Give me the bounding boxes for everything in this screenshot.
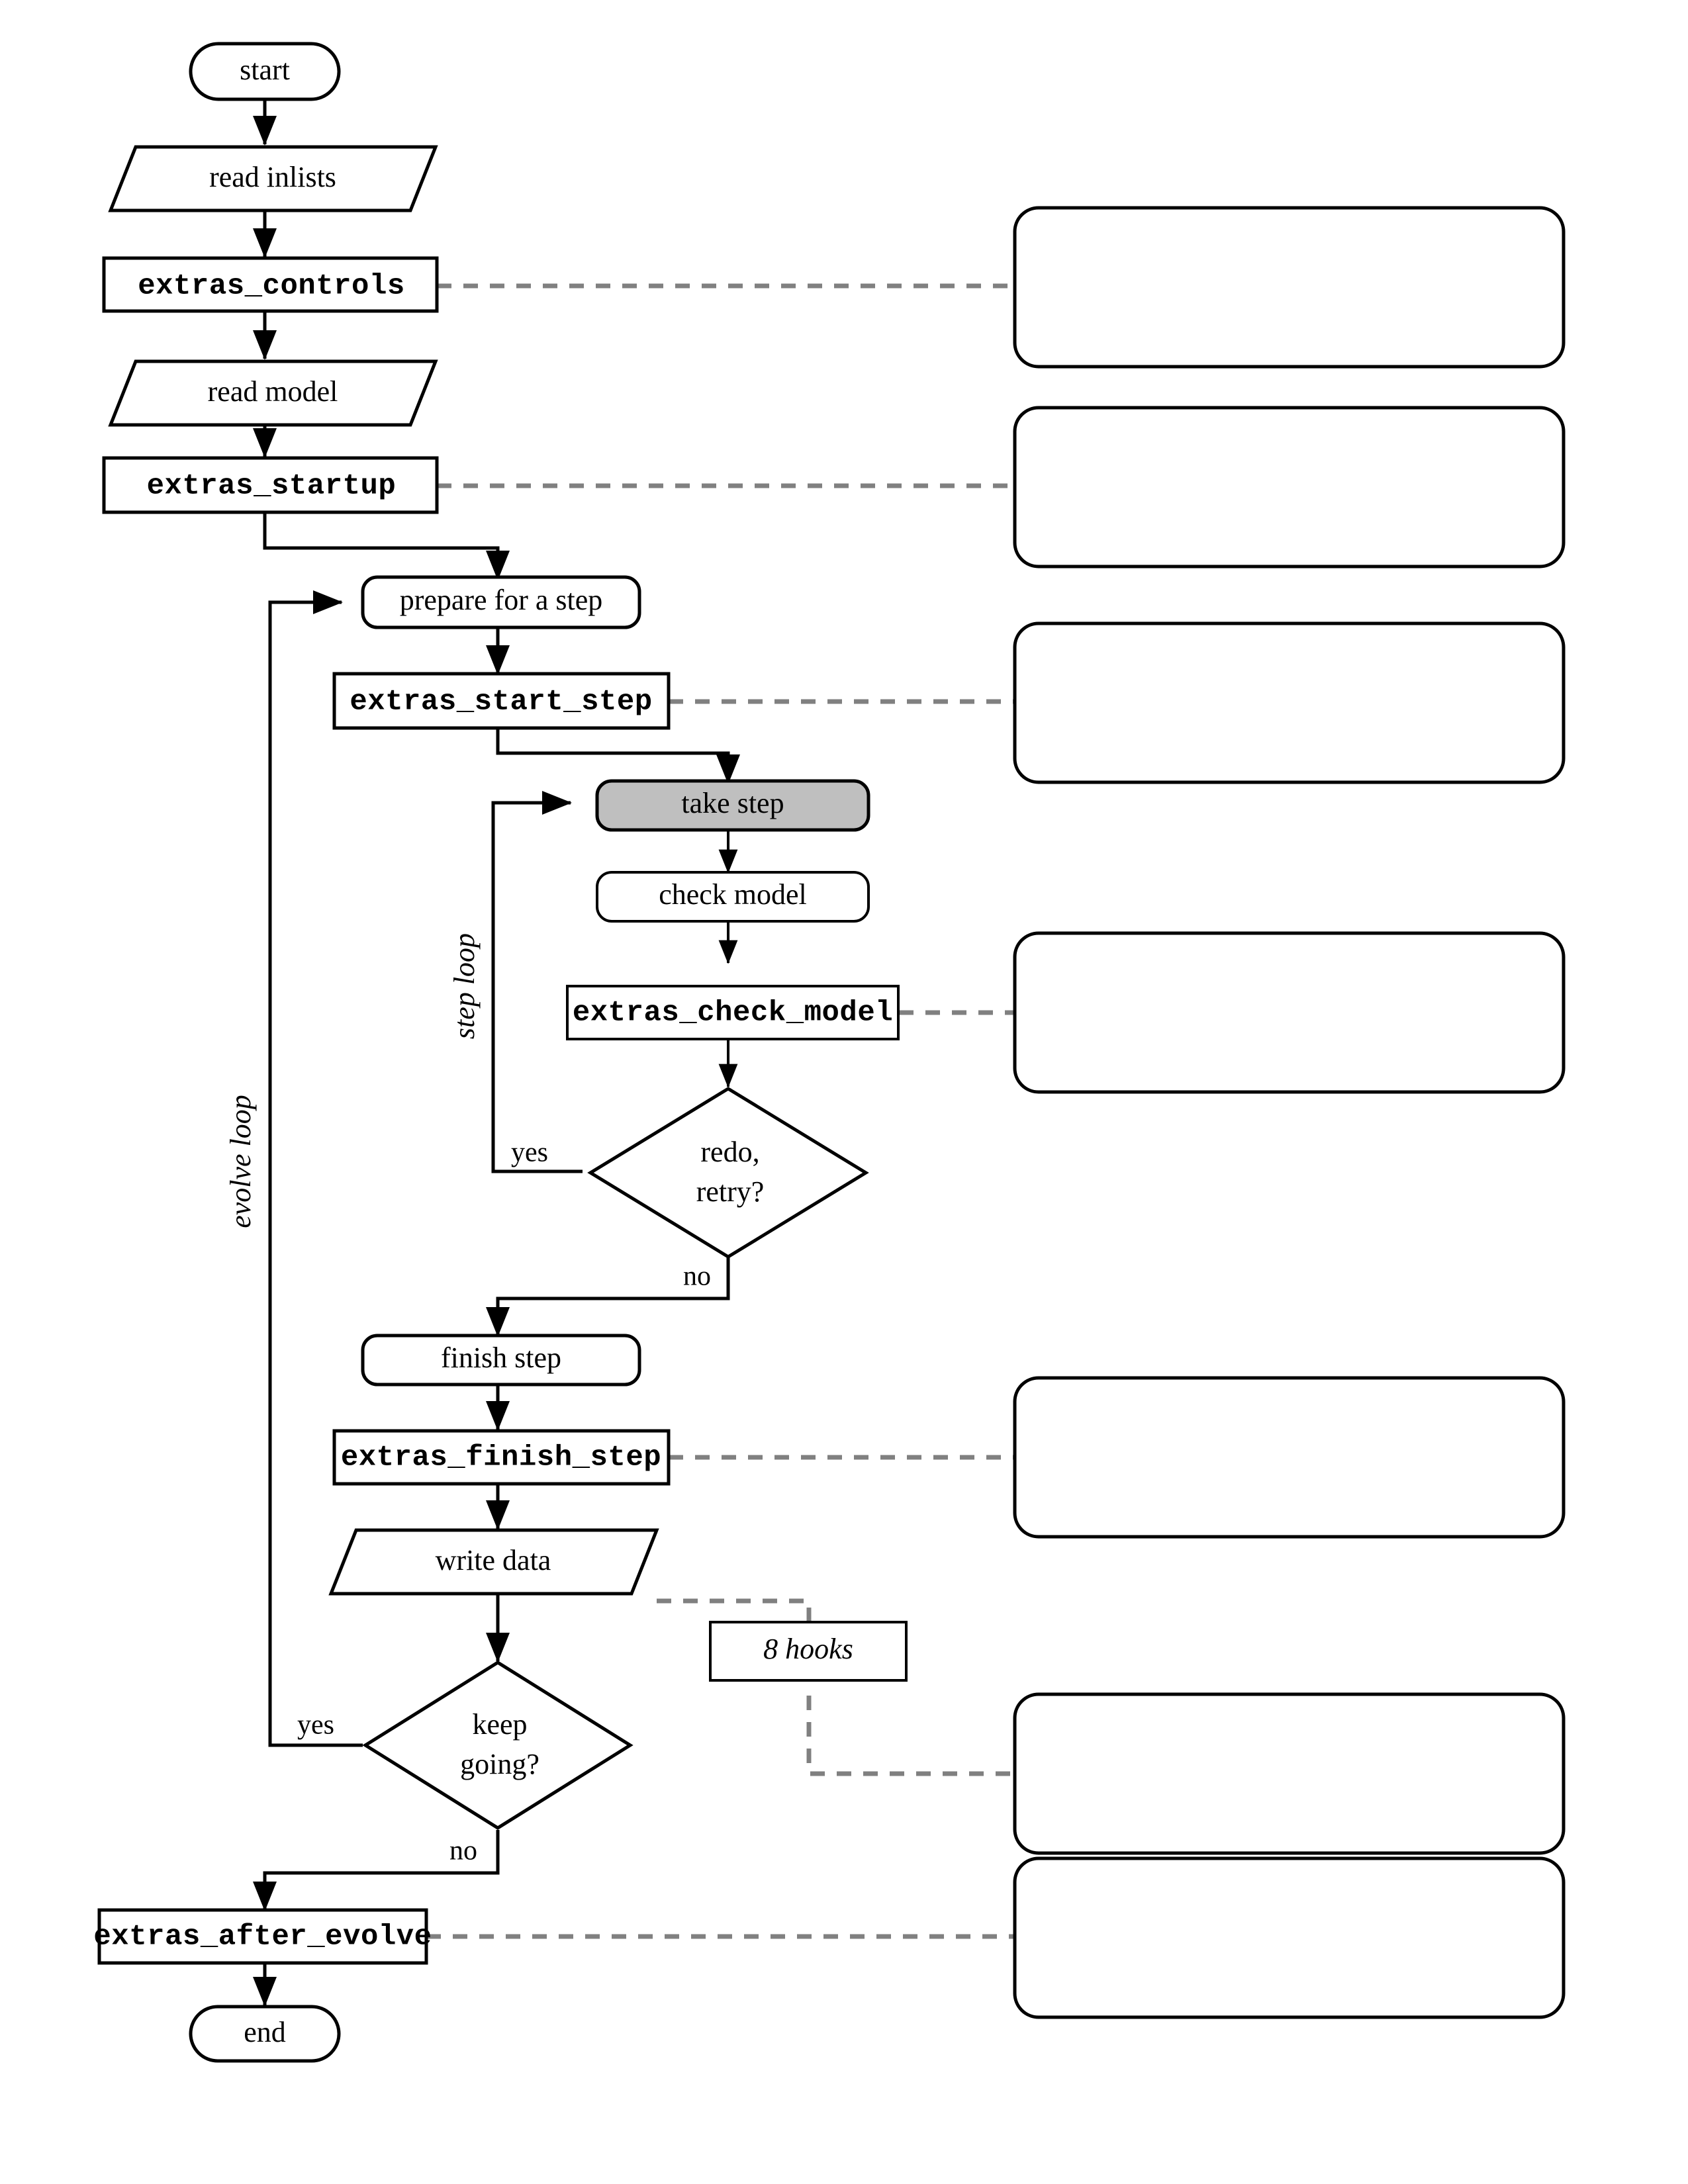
node-take-step-label: take step	[681, 787, 784, 819]
callout-extras-controls[interactable]	[1013, 206, 1566, 369]
node-end-label: end	[244, 2016, 286, 2048]
node-extras-controls-label: extras_controls	[138, 270, 405, 303]
node-read-model[interactable]: read model	[108, 359, 438, 427]
node-read-inlists-label: read inlists	[209, 161, 336, 193]
node-extras-after-evolve-label: extras_after_evolve	[93, 1921, 432, 1954]
node-extras-startup-label: extras_startup	[147, 470, 397, 503]
node-hooks[interactable]: 8 hooks	[709, 1621, 908, 1682]
node-extras-finish-step[interactable]: extras_finish_step	[332, 1429, 671, 1486]
node-start-label: start	[240, 54, 290, 86]
callout-extras-startup[interactable]	[1013, 406, 1566, 569]
loop-label-step-loop: step loop	[448, 933, 481, 1039]
node-extras-check-model-label: extras_check_model	[573, 997, 893, 1030]
node-redo-retry-label-line1: redo,	[700, 1136, 759, 1168]
edge-label-keep-going-yes: yes	[297, 1710, 334, 1741]
node-extras-after-evolve[interactable]: extras_after_evolve	[93, 1908, 432, 1965]
node-start[interactable]: start	[189, 42, 341, 101]
node-read-inlists[interactable]: read inlists	[108, 145, 438, 212]
callout-extras-start-step[interactable]	[1013, 621, 1566, 784]
loop-label-evolve-loop: evolve loop	[224, 1095, 257, 1228]
node-check-model[interactable]: check model	[596, 871, 870, 923]
node-end[interactable]: end	[189, 2005, 341, 2063]
node-prepare-for-a-step-label: prepare for a step	[400, 584, 603, 616]
node-redo-retry-label-line2: retry?	[696, 1175, 765, 1208]
edge-extras-startup-to-prepare	[263, 511, 510, 580]
edge-label-keep-going-no: no	[449, 1836, 477, 1866]
node-finish-step-label: finish step	[441, 1342, 561, 1374]
node-keep-going[interactable]: keep going?	[362, 1661, 633, 1830]
flowchart-page: start read inlists extras_controls read …	[0, 0, 1688, 2184]
node-redo-retry[interactable]: redo, retry?	[587, 1087, 869, 1259]
callout-extras-after-evolve[interactable]	[1013, 1856, 1566, 2019]
node-hooks-label: 8 hooks	[763, 1633, 853, 1665]
node-finish-step[interactable]: finish step	[361, 1334, 641, 1387]
edge-extras-start-step-to-take-step	[496, 727, 740, 784]
node-check-model-label: check model	[659, 878, 807, 911]
node-extras-startup[interactable]: extras_startup	[102, 456, 439, 514]
node-take-step[interactable]: take step	[595, 779, 870, 832]
node-extras-start-step-label: extras_start_step	[350, 686, 652, 719]
node-read-model-label: read model	[208, 375, 338, 408]
edge-label-redo-yes: yes	[511, 1138, 548, 1168]
callout-hooks[interactable]	[1013, 1692, 1566, 1855]
node-extras-check-model[interactable]: extras_check_model	[566, 985, 900, 1040]
flowchart-canvas: start read inlists extras_controls read …	[93, 42, 1566, 2063]
node-write-data[interactable]: write data	[328, 1528, 659, 1596]
callout-extras-finish-step[interactable]	[1013, 1376, 1566, 1539]
edge-label-redo-no: no	[683, 1261, 711, 1292]
node-prepare-for-a-step[interactable]: prepare for a step	[361, 575, 641, 629]
node-keep-going-label-line2: going?	[460, 1748, 539, 1780]
dashed-hooks-to-callout	[806, 1696, 1013, 1776]
node-write-data-label: write data	[436, 1544, 551, 1576]
node-keep-going-label-line1: keep	[472, 1708, 527, 1741]
node-extras-finish-step-label: extras_finish_step	[341, 1441, 661, 1475]
node-extras-start-step[interactable]: extras_start_step	[332, 672, 671, 730]
callout-extras-check-model[interactable]	[1013, 931, 1566, 1094]
node-extras-controls[interactable]: extras_controls	[102, 256, 439, 313]
